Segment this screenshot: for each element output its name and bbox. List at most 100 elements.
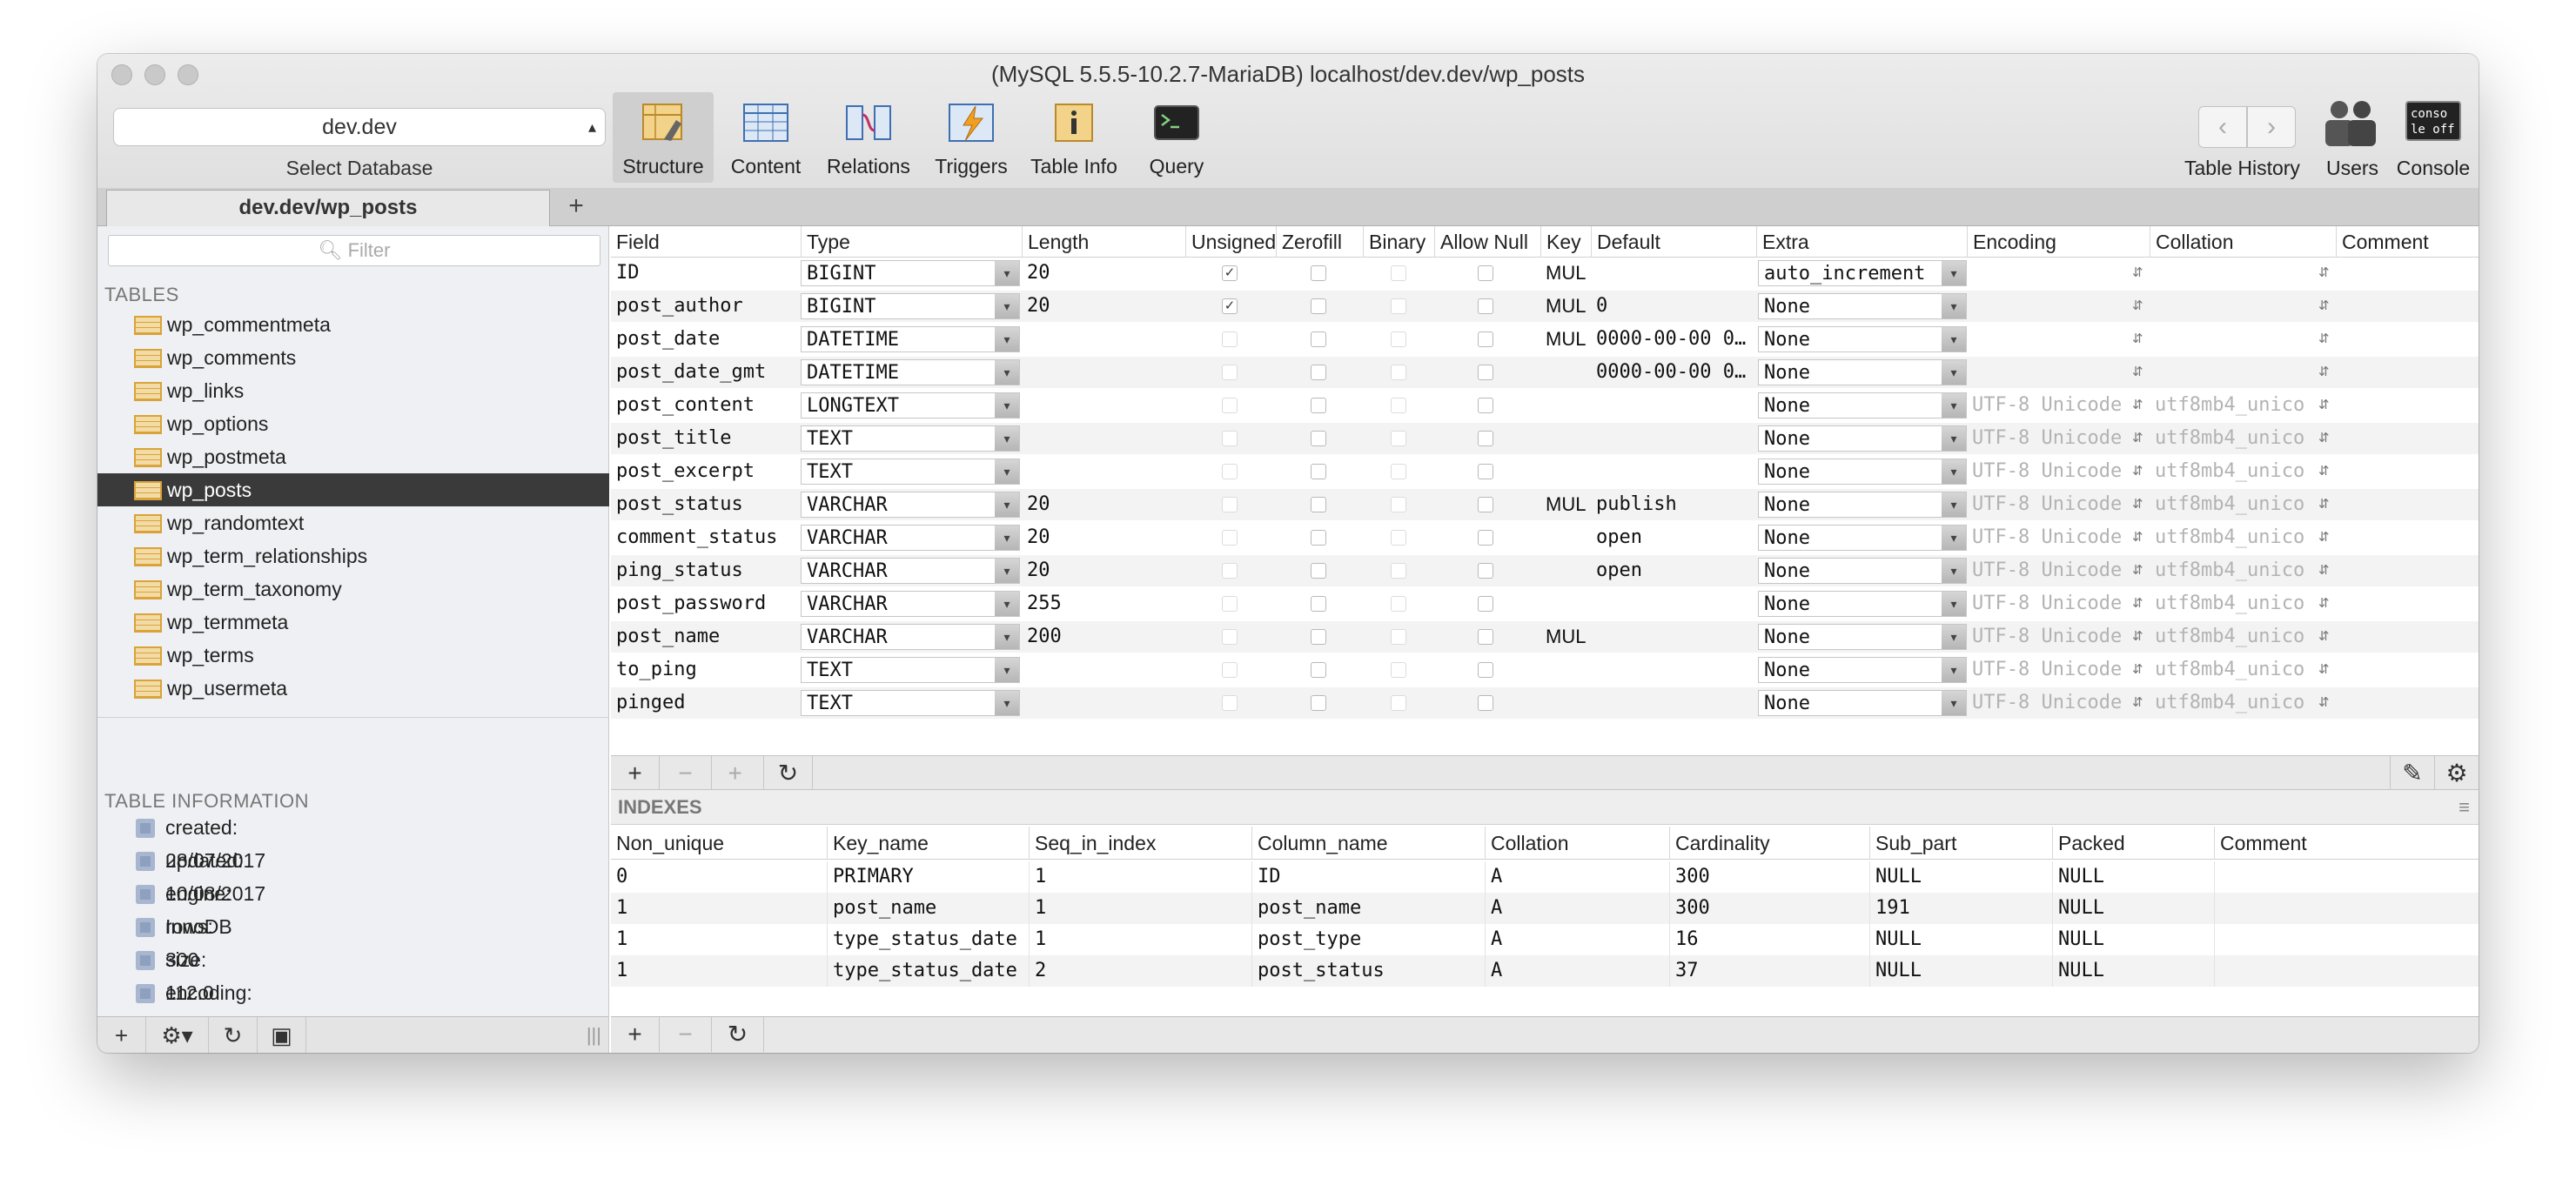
allow-null-checkbox[interactable]: [1478, 629, 1493, 645]
zerofill-checkbox[interactable]: [1311, 563, 1326, 579]
allow-null-checkbox[interactable]: [1478, 431, 1493, 446]
index-row[interactable]: 0 PRIMARY 1 ID A 300 NULL NULL: [611, 861, 2479, 893]
collation-value[interactable]: utf8mb4_unico: [2150, 390, 2318, 421]
default-value[interactable]: [1591, 258, 1756, 289]
field-name[interactable]: post_title: [611, 423, 801, 454]
add-table-button[interactable]: +: [97, 1017, 146, 1053]
extra-select[interactable]: None ▾: [1758, 591, 1967, 617]
tab-wp-posts[interactable]: dev.dev/wp_posts: [106, 190, 550, 226]
index-row[interactable]: 1 post_name 1 post_name A 300 191 NULL: [611, 893, 2479, 924]
unsigned-checkbox[interactable]: [1222, 695, 1238, 711]
extra-select[interactable]: None ▾: [1758, 690, 1967, 716]
field-name[interactable]: post_status: [611, 489, 801, 520]
table-item[interactable]: wp_terms: [97, 639, 609, 672]
length-value[interactable]: 20: [1022, 522, 1185, 553]
type-select[interactable]: DATETIME ▾: [801, 326, 1020, 352]
collation-value[interactable]: [2150, 291, 2318, 322]
header-key[interactable]: Key: [1540, 226, 1591, 258]
length-value[interactable]: 20: [1022, 555, 1185, 586]
default-value[interactable]: 0: [1591, 291, 1756, 322]
table-item[interactable]: wp_termmeta: [97, 606, 609, 639]
type-select[interactable]: VARCHAR ▾: [801, 591, 1020, 617]
table-item[interactable]: wp_commentmeta: [97, 308, 609, 341]
table-item[interactable]: wp_postmeta: [97, 440, 609, 473]
field-name[interactable]: post_name: [611, 621, 801, 653]
table-item[interactable]: wp_term_taxonomy: [97, 573, 609, 606]
header-collation[interactable]: Collation: [2150, 226, 2336, 258]
collation-value[interactable]: [2150, 258, 2318, 289]
zerofill-checkbox[interactable]: [1311, 695, 1326, 711]
index-header[interactable]: Non_unique: [611, 827, 827, 860]
binary-checkbox[interactable]: [1391, 596, 1406, 612]
length-value[interactable]: [1022, 324, 1185, 355]
collation-value[interactable]: utf8mb4_unico: [2150, 423, 2318, 454]
extra-select[interactable]: None ▾: [1758, 624, 1967, 650]
binary-checkbox[interactable]: [1391, 629, 1406, 645]
field-row[interactable]: post_title TEXT ▾ None ▾ UTF-8 Unicode ⇵…: [611, 423, 2479, 454]
type-select[interactable]: TEXT ▾: [801, 690, 1020, 716]
refresh-tables-button[interactable]: ↻: [209, 1017, 258, 1053]
unsigned-checkbox[interactable]: [1222, 662, 1238, 678]
resize-handle-icon[interactable]: |||: [587, 1017, 601, 1053]
header-binary[interactable]: Binary: [1363, 226, 1434, 258]
type-select[interactable]: DATETIME ▾: [801, 359, 1020, 385]
table-item-selected[interactable]: wp_posts: [97, 473, 609, 506]
unsigned-checkbox[interactable]: [1222, 629, 1238, 645]
type-select[interactable]: LONGTEXT ▾: [801, 392, 1020, 419]
index-header[interactable]: Cardinality: [1669, 827, 1869, 860]
extra-select[interactable]: None ▾: [1758, 425, 1967, 452]
default-value[interactable]: [1591, 654, 1756, 686]
type-select[interactable]: TEXT ▾: [801, 657, 1020, 683]
field-name[interactable]: post_password: [611, 588, 801, 619]
length-value[interactable]: [1022, 357, 1185, 388]
encoding-value[interactable]: [1967, 357, 2132, 388]
binary-checkbox[interactable]: [1391, 695, 1406, 711]
users-button[interactable]: Users: [2313, 97, 2392, 184]
encoding-value[interactable]: UTF-8 Unicode: [1967, 489, 2132, 520]
zerofill-checkbox[interactable]: [1311, 464, 1326, 479]
field-name[interactable]: post_date_gmt: [611, 357, 801, 388]
collation-value[interactable]: utf8mb4_unico: [2150, 621, 2318, 653]
extra-select[interactable]: auto_increment ▾: [1758, 260, 1967, 286]
unsigned-checkbox[interactable]: [1222, 464, 1238, 479]
header-encoding[interactable]: Encoding: [1967, 226, 2150, 258]
unsigned-checkbox[interactable]: [1222, 365, 1238, 380]
index-row[interactable]: 1 type_status_date 2 post_status A 37 NULL NULL: [611, 955, 2479, 987]
history-forward-button[interactable]: ›: [2247, 106, 2296, 148]
index-row[interactable]: 1 type_status_date 1 post_type A 16 NULL NULL: [611, 924, 2479, 955]
field-row[interactable]: ping_status VARCHAR ▾ 20 open None ▾ UTF…: [611, 555, 2479, 586]
extra-select[interactable]: None ▾: [1758, 492, 1967, 518]
binary-checkbox[interactable]: [1391, 265, 1406, 281]
add-index-button[interactable]: +: [611, 1017, 660, 1052]
default-value[interactable]: open: [1591, 522, 1756, 553]
zerofill-checkbox[interactable]: [1311, 365, 1326, 380]
binary-checkbox[interactable]: [1391, 662, 1406, 678]
field-row[interactable]: pinged TEXT ▾ None ▾ UTF-8 Unicode ⇵ utf…: [611, 687, 2479, 719]
binary-checkbox[interactable]: [1391, 464, 1406, 479]
default-value[interactable]: [1591, 621, 1756, 653]
header-comment[interactable]: Comment: [2336, 226, 2479, 258]
zerofill-checkbox[interactable]: [1311, 431, 1326, 446]
index-header[interactable]: Column_name: [1251, 827, 1485, 860]
database-select[interactable]: dev.dev ▴: [113, 108, 606, 146]
header-length[interactable]: Length: [1022, 226, 1185, 258]
header-field[interactable]: Field: [611, 226, 801, 258]
allow-null-checkbox[interactable]: [1478, 497, 1493, 512]
extra-select[interactable]: None ▾: [1758, 359, 1967, 385]
field-row[interactable]: post_excerpt TEXT ▾ None ▾ UTF-8 Unicode…: [611, 456, 2479, 487]
list-menu-icon[interactable]: ≡: [2459, 790, 2470, 825]
length-value[interactable]: [1022, 654, 1185, 686]
header-unsigned[interactable]: Unsigned: [1185, 226, 1276, 258]
table-item[interactable]: wp_usermeta: [97, 672, 609, 705]
allow-null-checkbox[interactable]: [1478, 365, 1493, 380]
allow-null-checkbox[interactable]: [1478, 530, 1493, 546]
type-select[interactable]: BIGINT ▾: [801, 293, 1020, 319]
remove-field-button[interactable]: −: [660, 756, 712, 791]
encoding-value[interactable]: [1967, 258, 2132, 289]
binary-checkbox[interactable]: [1391, 398, 1406, 413]
unsigned-checkbox[interactable]: [1222, 596, 1238, 612]
refresh-indexes-button[interactable]: ↻: [712, 1017, 764, 1052]
allow-null-checkbox[interactable]: [1478, 298, 1493, 314]
allow-null-checkbox[interactable]: [1478, 563, 1493, 579]
header-allow-null[interactable]: Allow Null: [1434, 226, 1540, 258]
